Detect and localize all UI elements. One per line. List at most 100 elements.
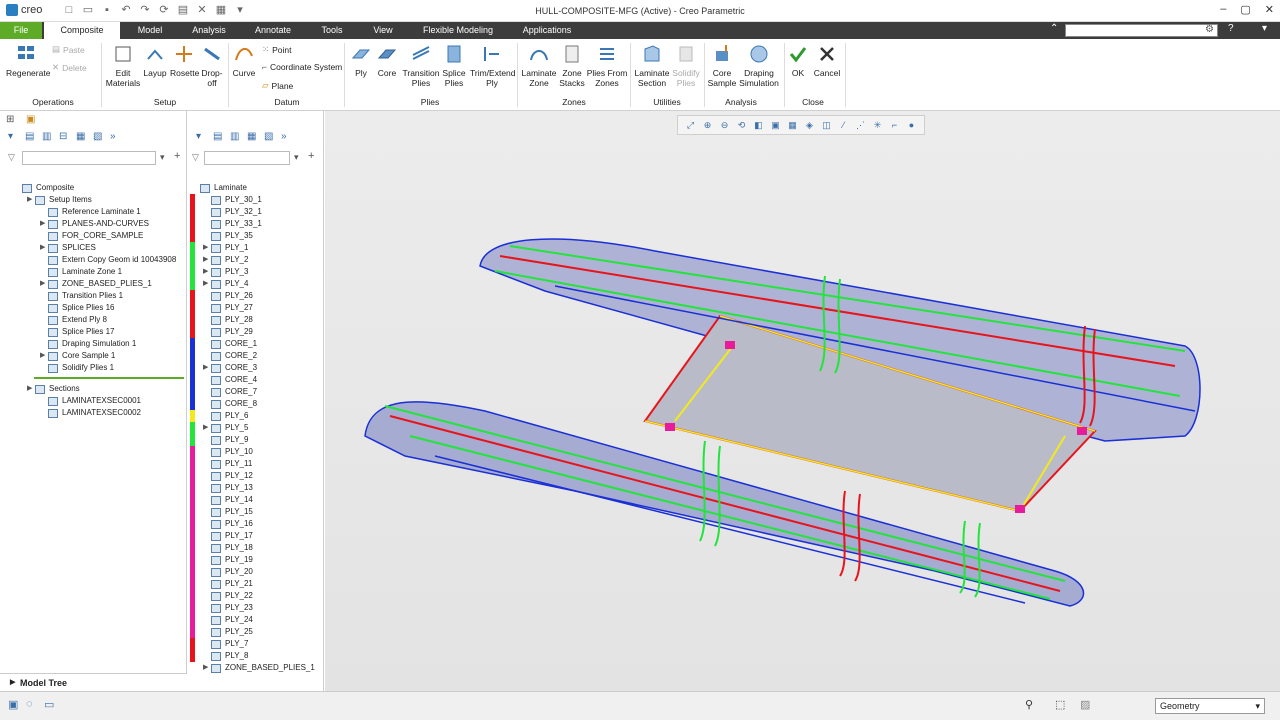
core-button[interactable]: Core [374, 43, 400, 78]
model-tree-item[interactable]: Draping Simulation 1 [40, 338, 136, 350]
laminate-sort-icon[interactable]: ▦ [247, 131, 259, 143]
close-window-icon[interactable]: ✕ [195, 3, 209, 17]
expand-arrow-icon[interactable]: ▶ [203, 266, 209, 278]
insert-indicator[interactable] [34, 377, 184, 379]
cancel-button[interactable]: Cancel [812, 43, 842, 78]
model-tree-item[interactable]: ▶ Setup Items [27, 194, 92, 206]
expand-arrow-icon[interactable]: ▶ [40, 242, 46, 254]
tree-show-icon[interactable]: ▦ [76, 131, 88, 143]
laminate-ply-item[interactable]: PLY_9 [203, 434, 248, 446]
laminate-add-icon[interactable]: + [308, 150, 314, 162]
tree-sections-folder[interactable]: ▶ Sections [27, 383, 80, 395]
windows-icon[interactable]: ▤ [176, 3, 190, 17]
expand-arrow-icon[interactable]: ▶ [203, 242, 209, 254]
laminate-ply-item[interactable]: PLY_22 [203, 590, 253, 602]
curve-button[interactable]: Curve [232, 43, 256, 78]
laminate-zone-button[interactable]: Laminate Zone [520, 43, 558, 88]
expand-arrow-icon[interactable]: ▶ [203, 422, 209, 434]
expand-arrow-icon[interactable]: ▶ [40, 350, 46, 362]
laminate-ply-item[interactable]: PLY_29 [203, 326, 253, 338]
customize-icon[interactable]: ▾ [233, 3, 247, 17]
edit-materials-button[interactable]: Edit Materials [104, 43, 142, 88]
laminate-ply-item[interactable]: PLY_32_1 [203, 206, 262, 218]
coordinate-system-button[interactable]: ⌐ Coordinate System [262, 62, 342, 72]
expand-arrow-icon[interactable]: ▶ [203, 278, 209, 290]
model-tree-item[interactable]: ▶ PLANES-AND-CURVES [40, 218, 149, 230]
laminate-settings-icon[interactable]: ▾ [196, 131, 208, 143]
menu-more-icon[interactable]: ▾ [1262, 23, 1267, 34]
laminate-ply-item[interactable]: PLY_24 [203, 614, 253, 626]
regenerate-button[interactable]: Regenerate [6, 43, 50, 78]
collapse-ribbon-icon[interactable]: ⌃ [1050, 23, 1058, 34]
model-tree-item[interactable]: ▶ SPLICES [40, 242, 96, 254]
laminate-ply-item[interactable]: PLY_25 [203, 626, 253, 638]
laminate-ply-item[interactable]: PLY_27 [203, 302, 253, 314]
model-tree-item[interactable]: Splice Plies 17 [40, 326, 114, 338]
undo-icon[interactable]: ↶ [119, 3, 133, 17]
layup-button[interactable]: Layup [142, 43, 168, 78]
laminate-ply-item[interactable]: ▶ PLY_5 [203, 422, 248, 434]
expand-arrow-icon[interactable]: ▶ [40, 278, 46, 290]
add-icon[interactable]: + [174, 150, 180, 162]
tree-root-composite[interactable]: Composite [14, 182, 74, 194]
paste-button[interactable]: ▤ Paste [52, 44, 85, 55]
laminate-ply-item[interactable]: PLY_16 [203, 518, 253, 530]
laminate-ply-item[interactable]: PLY_20 [203, 566, 253, 578]
transition-plies-button[interactable]: Transition Plies [402, 43, 440, 88]
laminate-ply-item[interactable]: PLY_17 [203, 530, 253, 542]
laminate-ply-item[interactable]: ▶ CORE_3 [203, 362, 257, 374]
selection-filter-dropdown[interactable]: Geometry ▾ [1155, 698, 1265, 714]
plies-from-zones-button[interactable]: Plies From Zones [586, 43, 628, 88]
search-box[interactable] [1065, 24, 1218, 37]
trim-extend-ply-button[interactable]: Trim/Extend Ply [470, 43, 516, 88]
show-tree-icon[interactable]: ▣ [8, 698, 18, 711]
plane-button[interactable]: ▱ Plane [262, 80, 293, 91]
group-operations[interactable]: Operations [28, 97, 78, 107]
laminate-ply-item[interactable]: PLY_11 [203, 458, 252, 470]
graphics-viewport[interactable]: ⤢ ⊕ ⊖ ⟲ ◧ ▣ ▦ ◈ ◫ ⁄ ⋰ ✳ ⌐ ● [325, 111, 1280, 691]
tab-analysis[interactable]: Analysis [182, 22, 236, 39]
solidify-plies-button[interactable]: Solidify Plies [670, 43, 702, 88]
delete-button[interactable]: ✕ Delete [52, 62, 87, 73]
tab-file[interactable]: File [0, 22, 42, 39]
minimize-icon[interactable]: – [1220, 3, 1226, 16]
laminate-chevron-down-icon[interactable]: ▾ [294, 152, 299, 163]
group-plies[interactable]: Plies [405, 97, 455, 107]
section-item[interactable]: LAMINATEXSEC0002 [40, 407, 141, 419]
model-tree-item[interactable]: Extern Copy Geom id 10043908 [40, 254, 176, 266]
find-icon[interactable]: ⚲ [1025, 698, 1033, 711]
laminate-ply-item[interactable]: PLY_26 [203, 290, 253, 302]
redo-icon[interactable]: ↷ [138, 3, 152, 17]
regenerate-icon[interactable]: ⟳ [157, 3, 171, 17]
dropoff-button[interactable]: Drop- off [200, 43, 224, 88]
laminate-more-icon[interactable]: » [281, 131, 293, 143]
model-tree-search-field[interactable] [22, 151, 156, 165]
tree-expand-icon[interactable]: ⊟ [59, 131, 71, 143]
draping-simulation-button[interactable]: Draping Simulation [738, 43, 780, 88]
search-input[interactable] [1066, 25, 1217, 36]
selection-box-icon[interactable]: ⬚ [1055, 698, 1065, 711]
group-setup[interactable]: Setup [140, 97, 190, 107]
tab-composite[interactable]: Composite [44, 22, 120, 39]
tab-tools[interactable]: Tools [310, 22, 354, 39]
core-sample-button[interactable]: Core Sample [706, 43, 738, 88]
group-utilities[interactable]: Utilities [642, 97, 692, 107]
laminate-ply-item[interactable]: PLY_6 [203, 410, 248, 422]
expand-arrow-icon[interactable]: ▶ [203, 254, 209, 266]
laminate-ply-item[interactable]: PLY_15 [203, 506, 253, 518]
group-datum[interactable]: Datum [262, 97, 312, 107]
laminate-columns-icon[interactable]: ▥ [230, 131, 242, 143]
tree-columns-icon[interactable]: ▥ [42, 131, 54, 143]
laminate-section-button[interactable]: Laminate Section [632, 43, 672, 88]
folder-browser-tab-icon[interactable]: ▣ [26, 114, 35, 125]
laminate-ply-item[interactable]: PLY_12 [203, 470, 253, 482]
model-tree-item[interactable]: Extend Ply 8 [40, 314, 107, 326]
laminate-ply-item[interactable]: PLY_21 [203, 578, 253, 590]
fullscreen-icon[interactable]: ▭ [44, 698, 54, 711]
laminate-ply-item[interactable]: ▶ PLY_2 [203, 254, 248, 266]
laminate-ply-item[interactable]: PLY_8 [203, 650, 248, 662]
model-tree-item[interactable]: Reference Laminate 1 [40, 206, 141, 218]
model-tree-item[interactable]: FOR_CORE_SAMPLE [40, 230, 143, 242]
model-tree-footer[interactable]: ▶ Model Tree [0, 673, 187, 691]
model-tree-item[interactable]: ▶ Core Sample 1 [40, 350, 115, 362]
